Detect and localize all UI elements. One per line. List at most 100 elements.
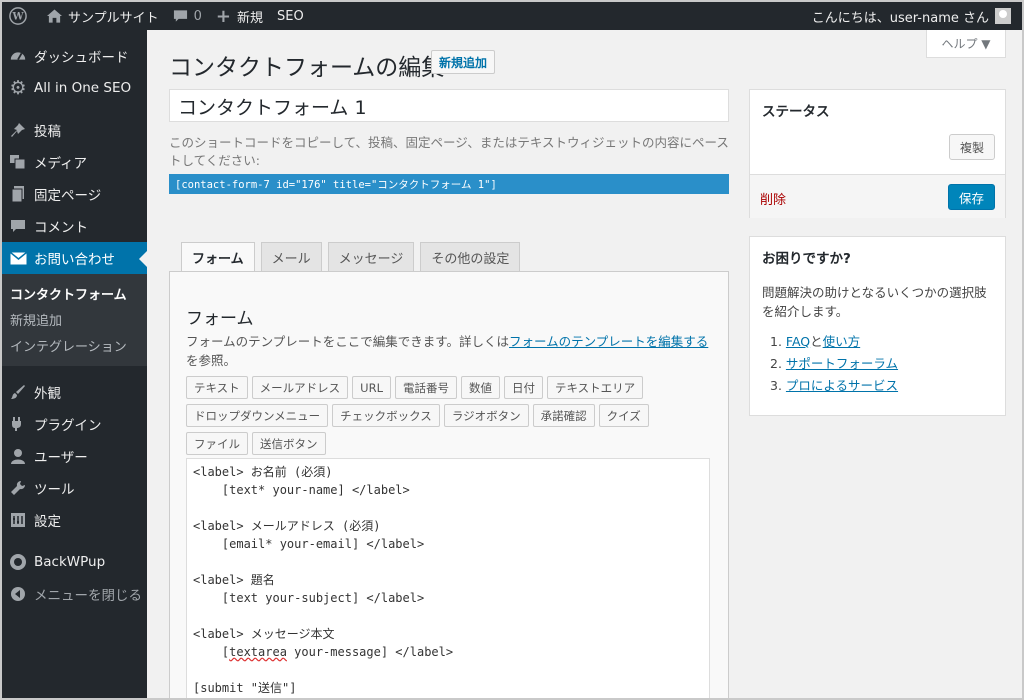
faq-link[interactable]: FAQ xyxy=(786,334,810,349)
tag-button-text[interactable]: テキスト xyxy=(186,376,248,399)
sidebar-item-users[interactable]: ユーザー xyxy=(2,440,147,472)
comments-count: 0 xyxy=(193,8,202,24)
sidebar-item-label: コメント xyxy=(34,220,88,236)
gear-icon: ⚙ xyxy=(9,77,27,99)
code-line: <label> 題名 xyxy=(193,573,275,587)
code-line: <label> お名前 (必須) xyxy=(193,465,333,479)
sidebar-item-contact[interactable]: お問い合わせ xyxy=(2,242,147,274)
tag-button-tel[interactable]: 電話番号 xyxy=(394,376,457,399)
submenu-contact-forms[interactable]: コンタクトフォーム xyxy=(2,280,147,306)
sidebar-item-tools[interactable]: ツール xyxy=(2,472,147,504)
delete-link[interactable]: 削除 xyxy=(760,189,786,208)
submenu-integration[interactable]: インテグレーション xyxy=(2,332,147,358)
tag-button-acceptance[interactable]: 承諾確認 xyxy=(532,404,595,427)
sidebar-item-backwpup[interactable]: BackWPup xyxy=(2,546,147,578)
contact-submenu: コンタクトフォーム 新規追加 インテグレーション xyxy=(2,274,147,366)
submenu-add-new[interactable]: 新規追加 xyxy=(2,306,147,332)
account-menu[interactable]: こんにちは、user-name さん xyxy=(805,2,1018,30)
description-suffix: を参照。 xyxy=(186,353,237,368)
tag-button-url[interactable]: URL xyxy=(352,376,391,399)
page-title: コンタクトフォームの編集 xyxy=(169,55,445,81)
site-name: サンプルサイト xyxy=(68,10,159,26)
greeting: こんにちは、user-name さん xyxy=(811,10,989,26)
tag-button-quiz[interactable]: クイズ xyxy=(598,404,649,427)
seo-menu-link[interactable]: SEO xyxy=(270,2,311,30)
sidebar-item-label: ユーザー xyxy=(34,450,88,466)
help-tab-button[interactable]: ヘルプ ▼ xyxy=(926,30,1006,58)
list-item: 1. FAQと使い方 xyxy=(770,331,898,353)
mail-icon xyxy=(8,248,28,268)
tag-button-submit[interactable]: 送信ボタン xyxy=(252,432,326,455)
code-line: [text* your-name] </label> xyxy=(193,483,410,497)
tab-messages[interactable]: メッセージ xyxy=(327,242,415,272)
save-button[interactable]: 保存 xyxy=(947,184,995,210)
wordpress-logo-button[interactable]: W xyxy=(2,2,40,30)
list-number: 3. xyxy=(770,378,782,393)
sidebar-item-label: メディア xyxy=(34,156,88,172)
template-edit-link[interactable]: フォームのテンプレートを編集する xyxy=(509,334,708,349)
form-template-editor[interactable]: <label> お名前 (必須) [text* your-name] </lab… xyxy=(186,458,710,698)
sidebar-item-label: プラグイン xyxy=(34,418,102,434)
sidebar-item-media[interactable]: メディア xyxy=(2,146,147,178)
sidebar-item-label: All in One SEO xyxy=(34,80,132,96)
sidebar-item-label: メニューを閉じる xyxy=(34,588,142,604)
page-icon xyxy=(8,184,28,204)
pro-services-link[interactable]: プロによるサービス xyxy=(786,378,898,393)
form-panel-title: フォーム xyxy=(186,309,254,329)
tag-button-textarea[interactable]: テキストエリア xyxy=(546,376,644,399)
sidebar-item-pages[interactable]: 固定ページ xyxy=(2,178,147,210)
docs-link[interactable]: 使い方 xyxy=(823,334,861,349)
site-name-link[interactable]: サンプルサイト xyxy=(40,2,166,30)
sidebar-item-dashboard[interactable]: ダッシュボード xyxy=(2,40,147,72)
list-item: 2. サポートフォーラム xyxy=(770,353,898,375)
description-text: フォームのテンプレートをここで編集できます。詳しくは xyxy=(186,334,510,349)
plugin-icon xyxy=(8,414,28,434)
sidebar-item-label: お問い合わせ xyxy=(34,252,115,268)
form-title-input[interactable]: コンタクトフォーム 1 xyxy=(169,89,729,122)
sidebar-collapse-menu[interactable]: メニューを閉じる xyxy=(2,578,147,610)
wp-admin-screen: W サンプルサイト 0 + 新規 SEO こんにちは、user-name さん xyxy=(0,0,1024,700)
shortcode-field[interactable]: [contact-form-7 id="176" title="コンタクトフォー… xyxy=(169,174,729,194)
admin-sidebar: ダッシュボード ⚙ All in One SEO 投稿 メディア 固定ページ コ… xyxy=(2,30,147,698)
status-title: ステータス xyxy=(762,104,830,120)
tag-button-number[interactable]: 数値 xyxy=(460,376,500,399)
tab-mail[interactable]: メール xyxy=(260,242,322,272)
comment-icon xyxy=(8,216,28,236)
dashboard-icon xyxy=(8,46,28,66)
brush-icon xyxy=(8,382,28,402)
tag-button-radio[interactable]: ラジオボタン xyxy=(443,404,529,427)
support-forum-link[interactable]: サポートフォーラム xyxy=(786,356,898,371)
tag-button-email[interactable]: メールアドレス xyxy=(251,376,349,399)
sidebar-item-comments[interactable]: コメント xyxy=(2,210,147,242)
tag-generator-buttons: テキスト メールアドレス URL 電話番号 数値 日付 テキストエリア ドロップ… xyxy=(186,376,716,460)
sidebar-item-label: 外観 xyxy=(34,386,61,402)
tag-button-checkbox[interactable]: チェックボックス xyxy=(332,404,440,427)
sidebar-item-label: 投稿 xyxy=(34,124,61,140)
duplicate-button[interactable]: 複製 xyxy=(948,134,995,160)
code-line: [submit "送信"] xyxy=(193,681,297,695)
list-number: 2. xyxy=(770,356,782,371)
sidebar-item-all-in-one-seo[interactable]: ⚙ All in One SEO xyxy=(2,72,147,104)
add-new-button[interactable]: 新規追加 xyxy=(431,50,496,74)
svg-text:W: W xyxy=(11,12,24,23)
sidebar-item-plugins[interactable]: プラグイン xyxy=(2,408,147,440)
tag-button-date[interactable]: 日付 xyxy=(503,376,543,399)
main-content: ヘルプ ▼ コンタクトフォームの編集 新規追加 コンタクトフォーム 1 このショ… xyxy=(147,30,1022,698)
tag-button-dropdown[interactable]: ドロップダウンメニュー xyxy=(186,404,329,427)
help-text: 問題解決の助けとなるいくつかの選択肢を紹介します。 xyxy=(762,285,987,319)
status-actions: 削除 保存 xyxy=(750,174,1005,218)
tab-form[interactable]: フォーム xyxy=(181,242,255,273)
comments-link[interactable]: 0 xyxy=(166,2,209,30)
form-panel-description: フォームのテンプレートをここで編集できます。詳しくはフォームのテンプレートを編集… xyxy=(186,332,716,370)
list-number: 1. xyxy=(770,334,782,349)
shortcode-note: このショートコードをコピーして、投稿、固定ページ、またはテキストウィジェットの内… xyxy=(169,135,729,168)
user-icon xyxy=(8,446,28,466)
sidebar-item-appearance[interactable]: 外観 xyxy=(2,376,147,408)
sidebar-item-settings[interactable]: 設定 xyxy=(2,504,147,536)
sidebar-item-posts[interactable]: 投稿 xyxy=(2,114,147,146)
avatar xyxy=(995,8,1011,24)
tab-additional-settings[interactable]: その他の設定 xyxy=(420,242,521,272)
new-content-link[interactable]: + 新規 xyxy=(209,2,270,30)
media-icon xyxy=(8,152,28,172)
tag-button-file[interactable]: ファイル xyxy=(186,432,248,455)
